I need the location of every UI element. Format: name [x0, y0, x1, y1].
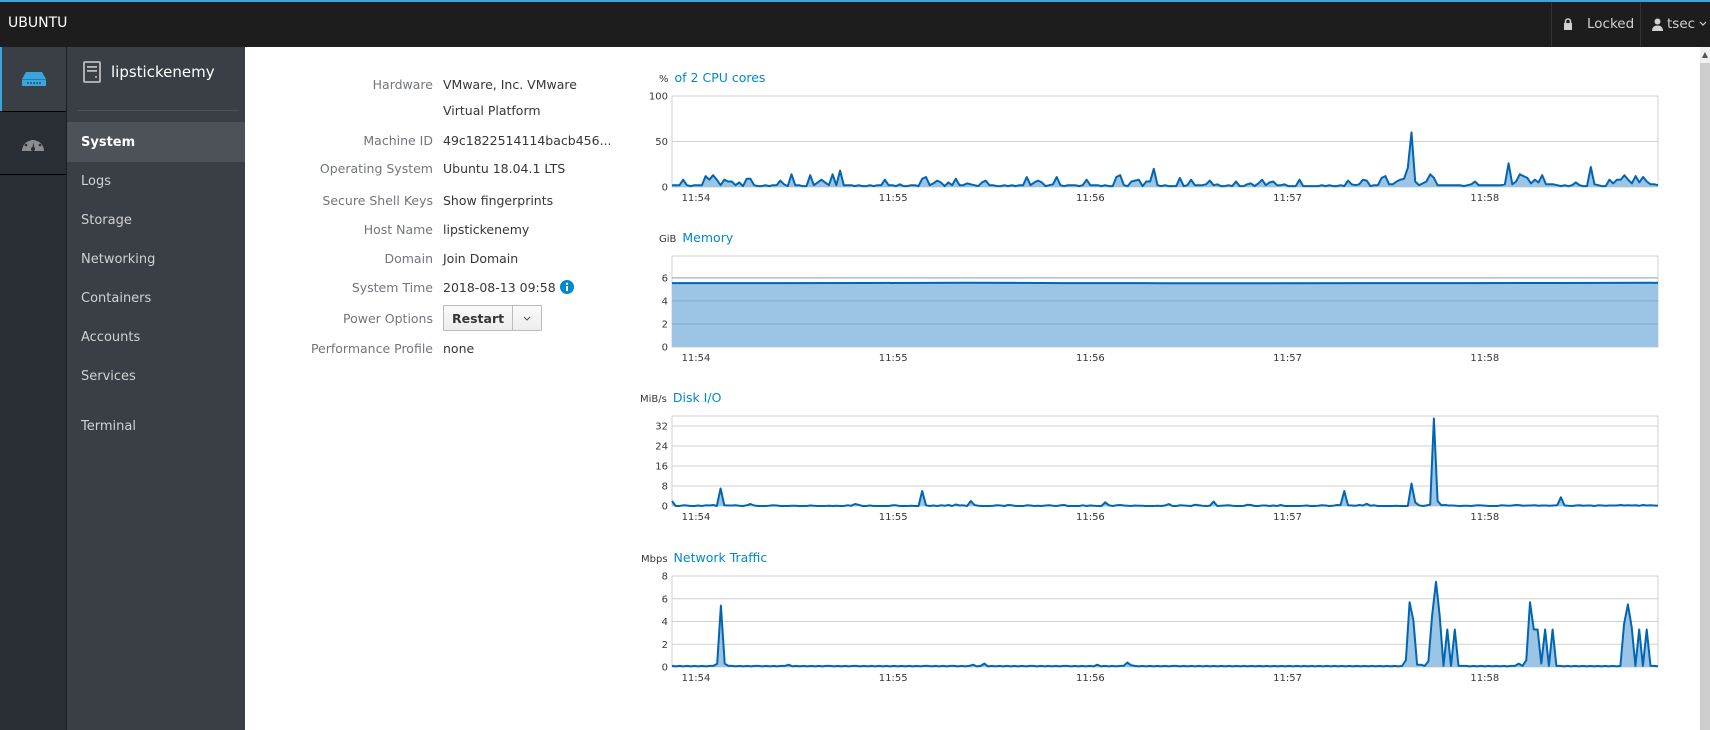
memory-y-tick-label: 2: [662, 319, 668, 330]
cpu-x-tick-label: 11:54: [682, 193, 711, 204]
network-y-tick-label: 2: [662, 640, 668, 651]
network-y-tick-label: 8: [662, 572, 668, 583]
memory-x-tick-label: 11:58: [1470, 353, 1499, 364]
memory-x-tick-label: 11:57: [1273, 353, 1302, 364]
disk-x-tick-label: 11:54: [682, 512, 711, 523]
chevron-down-icon: [1699, 21, 1707, 26]
cpu-x-tick-label: 11:56: [1076, 193, 1105, 204]
memory-line: [672, 281, 1659, 285]
disk-y-tick-label: 8: [662, 482, 668, 493]
disk-x-tick-label: 11:58: [1470, 512, 1499, 523]
network-y-tick-label: 6: [662, 594, 668, 605]
memory-x-tick-label: 11:55: [879, 353, 908, 364]
network-x-tick-label: 11:54: [682, 673, 711, 684]
charts-canvas: 05010011:54 11:55 11:56 11:57 11:58024611:54…: [649, 92, 1659, 684]
scroll-up-icon[interactable]: ▲: [1700, 47, 1710, 63]
memory-y-tick-label: 4: [662, 296, 668, 307]
disk-y-tick-label: 0: [662, 502, 668, 513]
memory-y-tick-label: 6: [662, 273, 668, 284]
scrollbar[interactable]: ▲: [1700, 47, 1710, 730]
memory-x-tick-label: 11:54: [682, 353, 711, 364]
network-x-tick-label: 11:55: [879, 673, 908, 684]
disk-y-tick-label: 24: [655, 442, 668, 453]
cpu-x-tick-label: 11:58: [1470, 193, 1499, 204]
cpu-y-tick-label: 100: [649, 92, 668, 103]
cpu-y-tick-label: 50: [655, 137, 668, 148]
cpu-x-tick-label: 11:55: [879, 193, 908, 204]
memory-area: [672, 282, 1658, 347]
disk-x-tick-label: 11:57: [1273, 512, 1302, 523]
disk-plot-frame: [671, 415, 1659, 507]
disk-x-tick-label: 11:56: [1076, 512, 1105, 523]
cpu-y-tick-label: 0: [662, 183, 668, 194]
network-y-tick-label: 0: [662, 663, 668, 674]
network-x-tick-label: 11:58: [1470, 673, 1499, 684]
network-x-tick-label: 11:56: [1076, 673, 1105, 684]
network-x-tick-label: 11:57: [1273, 673, 1302, 684]
memory-x-tick-label: 11:56: [1076, 353, 1105, 364]
disk-y-tick-label: 16: [655, 462, 668, 473]
disk-x-tick-label: 11:55: [879, 512, 908, 523]
disk-y-tick-label: 32: [655, 422, 668, 433]
cpu-x-tick-label: 11:57: [1273, 193, 1302, 204]
memory-y-tick-label: 0: [662, 343, 668, 354]
network-y-tick-label: 4: [662, 617, 668, 628]
